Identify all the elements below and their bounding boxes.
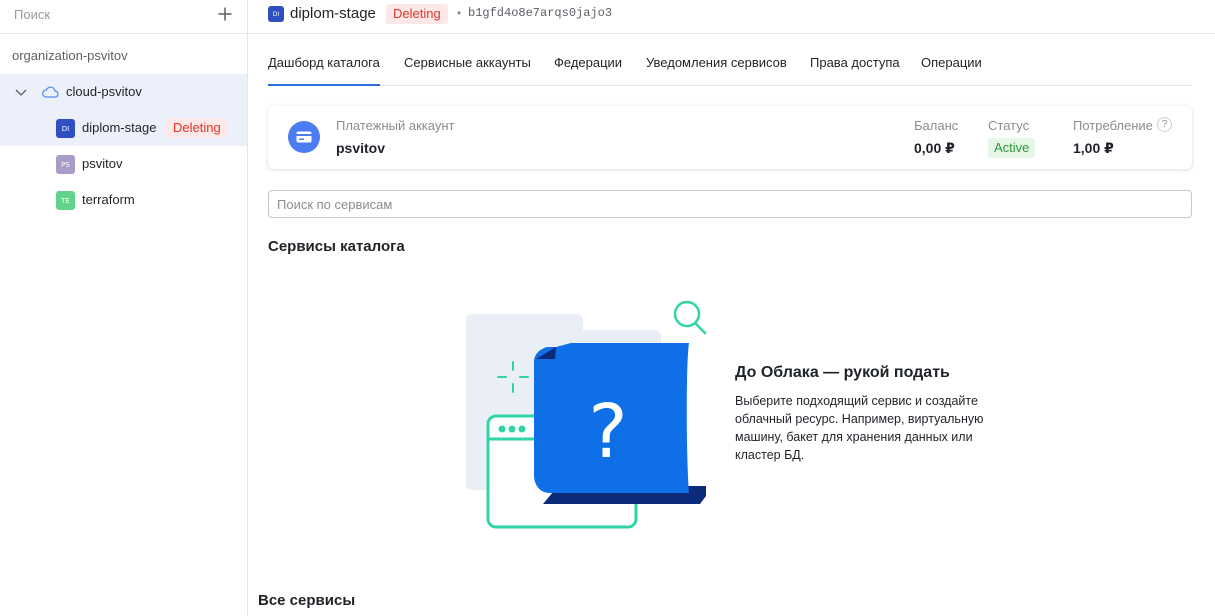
- status-badge: Deleting: [386, 4, 448, 24]
- folder-avatar: DI: [56, 119, 75, 138]
- folder-id[interactable]: b1gfd4o8e7arqs0jajo3: [468, 6, 612, 20]
- tab-service-accounts[interactable]: Сервисные аккаунты: [404, 55, 531, 70]
- add-button[interactable]: [214, 4, 236, 24]
- balance-label: Баланс: [914, 118, 959, 133]
- magnifier-icon: [673, 300, 707, 335]
- balance-value: 0,00 ₽: [914, 140, 955, 156]
- tab-bar: Дашборд каталога Сервисные аккаунты Феде…: [268, 44, 1192, 86]
- billing-account-link[interactable]: psvitov: [336, 140, 385, 156]
- consumption-value: 1,00 ₽: [1073, 140, 1114, 156]
- page-header: DI diplom-stage Deleting • b1gfd4o8e7arq…: [248, 0, 1215, 34]
- sidebar: organization-psvitov cloud-psvitov DI di…: [0, 0, 248, 616]
- empty-state-title: До Облака — рукой подать: [735, 364, 950, 381]
- sidebar-search-bar: [0, 0, 247, 34]
- consumption-label: Потребление: [1073, 118, 1153, 133]
- empty-state-description: Выберите подходящий сервис и создайте об…: [735, 394, 984, 462]
- cloud-icon: [42, 86, 59, 98]
- tab-access-rights[interactable]: Права доступа: [810, 55, 900, 70]
- sidebar-item-terraform[interactable]: TE terraform: [0, 182, 247, 218]
- folder-label: diplom-stage: [82, 120, 157, 135]
- empty-state-illustration: ?: [466, 300, 707, 529]
- folder-label: terraform: [82, 192, 135, 207]
- status-label: Статус: [988, 118, 1030, 133]
- credit-card-icon: [296, 131, 312, 143]
- tab-dashboard[interactable]: Дашборд каталога: [268, 55, 380, 86]
- chevron-down-icon[interactable]: [14, 85, 28, 99]
- sidebar-search-input[interactable]: [14, 5, 204, 23]
- tab-federations[interactable]: Федерации: [554, 55, 622, 70]
- organization-name[interactable]: organization-psvitov: [12, 48, 128, 63]
- all-services-title: Все сервисы: [258, 592, 356, 609]
- folder-avatar: TE: [56, 191, 75, 210]
- section-title: Сервисы каталога: [268, 238, 405, 255]
- status-badge: Active: [988, 138, 1036, 158]
- sidebar-item-cloud[interactable]: cloud-psvitov: [0, 74, 247, 110]
- help-icon[interactable]: ?: [1157, 117, 1172, 132]
- folder-avatar: PS: [56, 155, 75, 174]
- separator-dot: •: [457, 6, 462, 20]
- status-badge: Deleting: [166, 118, 228, 138]
- service-search-input[interactable]: [268, 190, 1192, 218]
- tab-service-notifications[interactable]: Уведомления сервисов: [646, 55, 787, 70]
- plus-icon: [218, 7, 232, 21]
- folder-avatar: DI: [268, 6, 284, 22]
- sidebar-item-psvitov[interactable]: PS psvitov: [0, 146, 247, 182]
- sidebar-item-diplom-stage[interactable]: DI diplom-stage Deleting: [0, 110, 247, 146]
- cloud-label: cloud-psvitov: [66, 84, 142, 99]
- billing-icon-circle: [288, 121, 320, 153]
- svg-text:?: ?: [588, 389, 627, 475]
- billing-card: Платежный аккаунт psvitov Баланс 0,00 ₽ …: [268, 106, 1192, 169]
- billing-account-label: Платежный аккаунт: [336, 118, 455, 133]
- main-content: DI diplom-stage Deleting • b1gfd4o8e7arq…: [248, 0, 1215, 616]
- folder-label: psvitov: [82, 156, 123, 171]
- tab-operations[interactable]: Операции: [921, 55, 982, 70]
- page-title: diplom-stage: [290, 5, 376, 22]
